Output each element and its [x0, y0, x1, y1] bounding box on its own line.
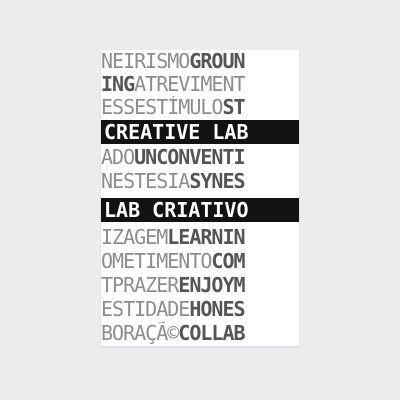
title-band-lab-criativo: LAB CRIATIVO [101, 198, 299, 222]
poster-word-light: ESTIDADE [101, 298, 190, 320]
poster-word-dark: LEARNIN [167, 226, 245, 248]
poster-word-dark: COLLAB [178, 322, 245, 344]
poster-line: IZAGEMLEARNIN [101, 226, 299, 248]
band-title: LAB CRIATIVO [104, 198, 249, 222]
poster-word-light: ESS [101, 96, 135, 118]
poster-word-dark: ING [101, 73, 135, 95]
poster-word-light: BORAÇÃ© [101, 322, 179, 344]
poster-image[interactable]: NEIRISMOGROUN INGATREVIMENT ESSESTÍMULOS… [101, 50, 299, 346]
poster-word-light: NESTESIA [101, 170, 190, 192]
poster-word-dark: SYNES [189, 170, 245, 192]
poster-word-dark: ENJOYM [178, 274, 245, 296]
poster-line: TPRAZERENJOYM [101, 274, 299, 296]
poster-word-light: OMETIMENTO [101, 250, 212, 272]
poster-word-dark: UNCONVENTI [134, 146, 245, 168]
poster-word-dark: GROUN [189, 50, 245, 72]
band-title: CREATIVE LAB [104, 120, 249, 144]
poster-word-light: IZAGEM [101, 226, 168, 248]
poster-line: NESTESIASYNES [101, 170, 299, 192]
poster-line: OMETIMENTOCOM [101, 250, 299, 272]
poster-word-light: T [101, 274, 113, 296]
poster-line: ADOUNCONVENTI [101, 146, 299, 168]
poster-word-light: PRAZER [112, 274, 179, 296]
poster-word-light: NEIRISMO [101, 50, 190, 72]
poster-line: BORAÇÃ©COLLAB [101, 322, 299, 344]
poster-line: ESTIDADEHONES [101, 298, 299, 320]
poster-line: NEIRISMOGROUN [101, 50, 299, 72]
poster-word-dark: ST [222, 96, 245, 118]
poster-word-light: ESTÍMULO [134, 96, 223, 118]
thumbnail-stage: NEIRISMOGROUN INGATREVIMENT ESSESTÍMULOS… [0, 0, 400, 400]
title-band-creative-lab: CREATIVE LAB [101, 120, 299, 144]
poster-word-light: ADO [101, 146, 135, 168]
poster-line: ESSESTÍMULOST [101, 96, 299, 118]
poster-line: INGATREVIMENT [101, 73, 299, 95]
poster-word-dark: COM [211, 250, 245, 272]
poster-word-light: ATREVIMENT [134, 73, 245, 95]
poster-word-dark: HONES [189, 298, 245, 320]
